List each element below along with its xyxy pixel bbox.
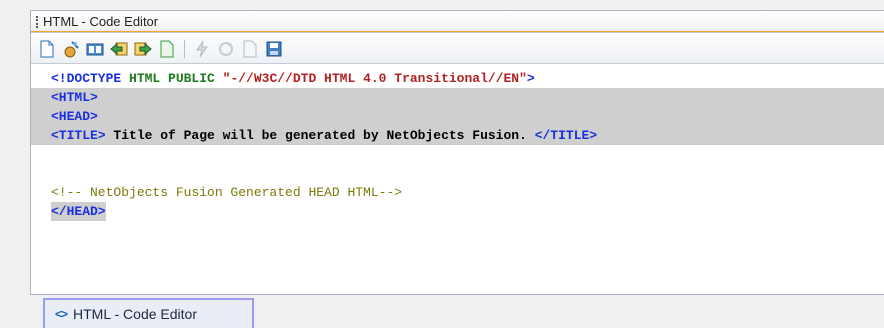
title-close-tag: </TITLE>	[534, 128, 598, 143]
code-line-7: <!-- NetObjects Fusion Generated HEAD HT…	[31, 183, 884, 202]
head-open-tag: <HEAD>	[51, 109, 98, 124]
title-accent-line	[31, 11, 884, 32]
head-close-tag: </HEAD>	[51, 202, 106, 221]
head-comment: <!-- NetObjects Fusion Generated HEAD HT…	[51, 185, 403, 200]
code-line-4: <TITLE> Title of Page will be generated …	[31, 126, 884, 145]
drag-grip-icon[interactable]	[36, 16, 38, 28]
back-arrow-icon[interactable]	[109, 39, 129, 59]
save-icon[interactable]	[264, 39, 284, 59]
forward-arrow-icon[interactable]	[133, 39, 153, 59]
code-editor-panel: HTML - Code Editor <!DOCTYPE HTML PUBLIC…	[30, 10, 884, 295]
html-open-tag: <HTML>	[51, 90, 98, 105]
tab-label: HTML - Code Editor	[73, 306, 197, 322]
editor-toolbar	[31, 34, 884, 64]
title-text: Title of Page will be generated by NetOb…	[105, 128, 535, 143]
doctype-end: >	[526, 71, 535, 86]
code-line-8: </HEAD>	[31, 202, 884, 221]
wizard-icon[interactable]	[61, 39, 81, 59]
code-text-area[interactable]: <!DOCTYPE HTML PUBLIC "-//W3C//DTD HTML …	[31, 65, 884, 294]
title-open-tag: <TITLE>	[51, 128, 106, 143]
doctype-string: "-//W3C//DTD HTML 4.0 Transitional//EN"	[222, 71, 527, 86]
code-line-3: <HEAD>	[31, 107, 884, 126]
new-page-icon[interactable]	[37, 39, 57, 59]
refresh-icon[interactable]	[216, 39, 236, 59]
book-icon[interactable]	[85, 39, 105, 59]
blank-page-icon[interactable]	[157, 39, 177, 59]
panel-title: HTML - Code Editor	[43, 14, 159, 29]
lightning-icon[interactable]	[192, 39, 212, 59]
toolbar-separator	[184, 39, 185, 58]
panel-titlebar[interactable]: HTML - Code Editor	[31, 11, 884, 33]
code-brackets-icon: <>	[55, 307, 68, 321]
code-line-2: <HTML>	[31, 88, 884, 107]
document-icon[interactable]	[240, 39, 260, 59]
doctype-keyword: HTML PUBLIC	[121, 71, 223, 86]
tab-html-code-editor[interactable]: <> HTML - Code Editor	[43, 298, 254, 328]
code-line-1: <!DOCTYPE HTML PUBLIC "-//W3C//DTD HTML …	[31, 69, 884, 88]
doctype-tag: <!DOCTYPE	[51, 71, 122, 86]
